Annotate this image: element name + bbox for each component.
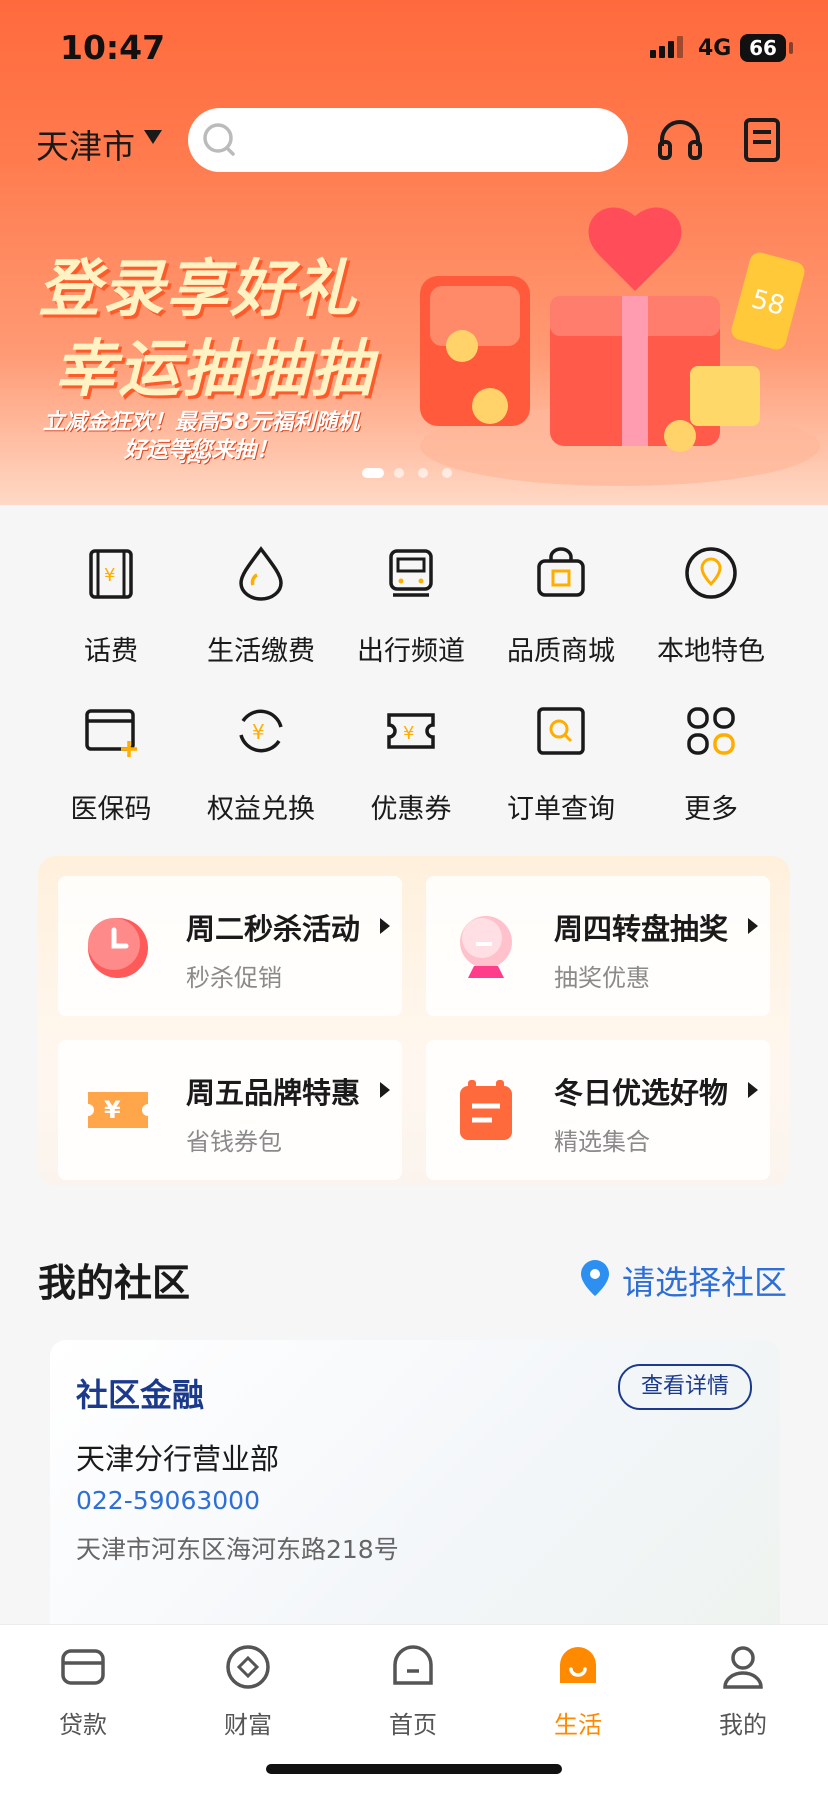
city-selector[interactable]: 天津市 — [36, 120, 135, 168]
tab-home[interactable]: 首页 — [348, 1643, 478, 1743]
hero-banner[interactable]: 10:47 4G 66 天津市 登录享好礼 幸运抽抽抽 立减金狂欢！最高58元福… — [0, 0, 828, 505]
menu-item-travel[interactable]: 出行频道 — [336, 545, 486, 675]
menu-item-coupon[interactable]: ¥ 优惠券 — [336, 703, 486, 833]
chevron-right-icon — [748, 918, 758, 934]
promo-card-winter[interactable]: 冬日优选好物 精选集合 — [426, 1040, 770, 1180]
utility-drop-icon — [239, 546, 283, 601]
promo-subtitle: 秒杀促销 — [186, 964, 282, 992]
promo-subtitle: 省钱券包 — [186, 1128, 282, 1156]
user-icon — [723, 1646, 763, 1689]
menu-item-utility[interactable]: 生活缴费 — [186, 545, 336, 675]
menu-item-order-query[interactable]: 订单查询 — [486, 703, 636, 833]
tab-loans[interactable]: 贷款 — [18, 1643, 148, 1743]
home-indicator — [266, 1764, 562, 1774]
tab-life[interactable]: 生活 — [513, 1643, 643, 1743]
menu-label: 优惠券 — [370, 794, 452, 825]
menu-item-local[interactable]: 本地特色 — [636, 545, 786, 675]
order-search-icon — [537, 707, 585, 755]
tab-mine[interactable]: 我的 — [678, 1643, 808, 1743]
promo-card-tuesday[interactable]: 周二秒杀活动 秒杀促销 — [58, 876, 402, 1016]
promo-title: 周四转盘抽奖 — [554, 912, 729, 946]
phone-bill-icon: ¥ — [89, 549, 133, 599]
menu-label: 订单查询 — [507, 794, 615, 825]
promo-title: 冬日优选好物 — [554, 1076, 729, 1110]
community-finance-card[interactable]: 社区金融 查看详情 天津分行营业部 022-59063000 天津市河东区海河东… — [50, 1340, 780, 1640]
tab-label: 生活 — [554, 1711, 602, 1739]
train-icon — [389, 549, 433, 597]
tab-label: 首页 — [389, 1711, 437, 1739]
svg-text:¥: ¥ — [104, 1096, 121, 1124]
headset-icon[interactable] — [652, 112, 708, 168]
menu-label: 更多 — [684, 794, 738, 825]
branch-name: 天津分行营业部 — [76, 1442, 280, 1476]
community-section-title: 我的社区 — [38, 1261, 191, 1305]
banner-subtitle-line2: 好运等您来抽！ — [123, 438, 278, 463]
battery-tip — [789, 42, 793, 54]
more-grid-icon — [687, 707, 735, 755]
svg-text:¥: ¥ — [104, 565, 115, 586]
view-details-button[interactable]: 查看详情 — [618, 1364, 752, 1410]
menu-label: 权益兑换 — [207, 794, 315, 825]
tab-label: 贷款 — [59, 1711, 107, 1739]
shopping-bag-icon — [537, 547, 585, 597]
exchange-yuan-icon: ¥ — [239, 709, 283, 753]
promo-card-thursday[interactable]: 周四转盘抽奖 抽奖优惠 — [426, 876, 770, 1016]
select-community-link[interactable]: 请选择社区 — [622, 1256, 787, 1304]
branch-address: 天津市河东区海河东路218号 — [76, 1535, 399, 1564]
status-time: 10:47 — [60, 28, 166, 67]
banner-title-line1: 登录享好礼 — [38, 252, 359, 325]
chevron-right-icon — [380, 918, 390, 934]
yuan-ticket-icon: ¥ — [88, 1092, 148, 1128]
wallet-icon — [61, 1649, 105, 1685]
clock-icon — [88, 918, 148, 978]
search-input[interactable] — [250, 122, 614, 160]
menu-label: 品质商城 — [507, 636, 615, 667]
status-bar: 10:47 4G 66 — [0, 0, 828, 100]
banner-title-line2: 幸运抽抽抽 — [54, 332, 375, 405]
menu-item-more[interactable]: 更多 — [636, 703, 786, 833]
menu-label: 出行频道 — [357, 636, 465, 667]
menu-label: 生活缴费 — [207, 636, 315, 667]
promo-subtitle: 精选集合 — [554, 1128, 650, 1156]
network-label: 4G — [698, 36, 732, 61]
battery-icon: 66 — [740, 34, 786, 62]
branch-phone-link[interactable]: 022-59063000 — [76, 1486, 260, 1515]
caret-down-icon[interactable] — [144, 130, 162, 144]
life-bag-icon — [560, 1647, 596, 1683]
menu-label: 话费 — [84, 636, 138, 667]
calendar-list-icon — [460, 1080, 512, 1140]
medical-card-icon — [85, 709, 137, 757]
chevron-right-icon — [380, 1082, 390, 1098]
menu-label: 医保码 — [70, 794, 152, 825]
svg-text:¥: ¥ — [403, 723, 414, 744]
tab-wealth[interactable]: 财富 — [183, 1643, 313, 1743]
community-card-title: 社区金融 — [76, 1376, 205, 1414]
search-icon — [203, 123, 235, 156]
chevron-right-icon — [748, 1082, 758, 1098]
location-marker-icon[interactable] — [578, 1258, 612, 1298]
promo-subtitle: 抽奖优惠 — [554, 964, 650, 992]
promo-card-friday[interactable]: ¥ 周五品牌特惠 省钱券包 — [58, 1040, 402, 1180]
home-icon — [393, 1645, 433, 1685]
coupon-icon: ¥ — [387, 713, 435, 749]
promo-section: 周二秒杀活动 秒杀促销 周四转盘抽奖 抽奖优惠 ¥ 周五品牌特惠 省钱券包 冬日… — [38, 856, 790, 1186]
tab-label: 财富 — [224, 1711, 272, 1739]
search-bar[interactable] — [188, 108, 628, 172]
diamond-coin-icon — [226, 1645, 270, 1689]
notes-icon[interactable] — [734, 112, 790, 168]
gift-box-illustration: 58 — [420, 207, 820, 486]
signal-icon — [650, 36, 684, 58]
location-pin-icon — [685, 547, 737, 599]
tab-label: 我的 — [719, 1711, 767, 1739]
crystal-ball-icon — [460, 916, 512, 978]
menu-item-mall[interactable]: 品质商城 — [486, 545, 636, 675]
promo-title: 周二秒杀活动 — [186, 912, 361, 946]
menu-item-medical-code[interactable]: 医保码 — [36, 703, 186, 833]
menu-label: 本地特色 — [657, 636, 765, 667]
menu-item-exchange[interactable]: ¥ 权益兑换 — [186, 703, 336, 833]
promo-title: 周五品牌特惠 — [186, 1076, 361, 1110]
menu-item-phone-bill[interactable]: ¥ 话费 — [36, 545, 186, 675]
svg-text:¥: ¥ — [252, 720, 265, 744]
